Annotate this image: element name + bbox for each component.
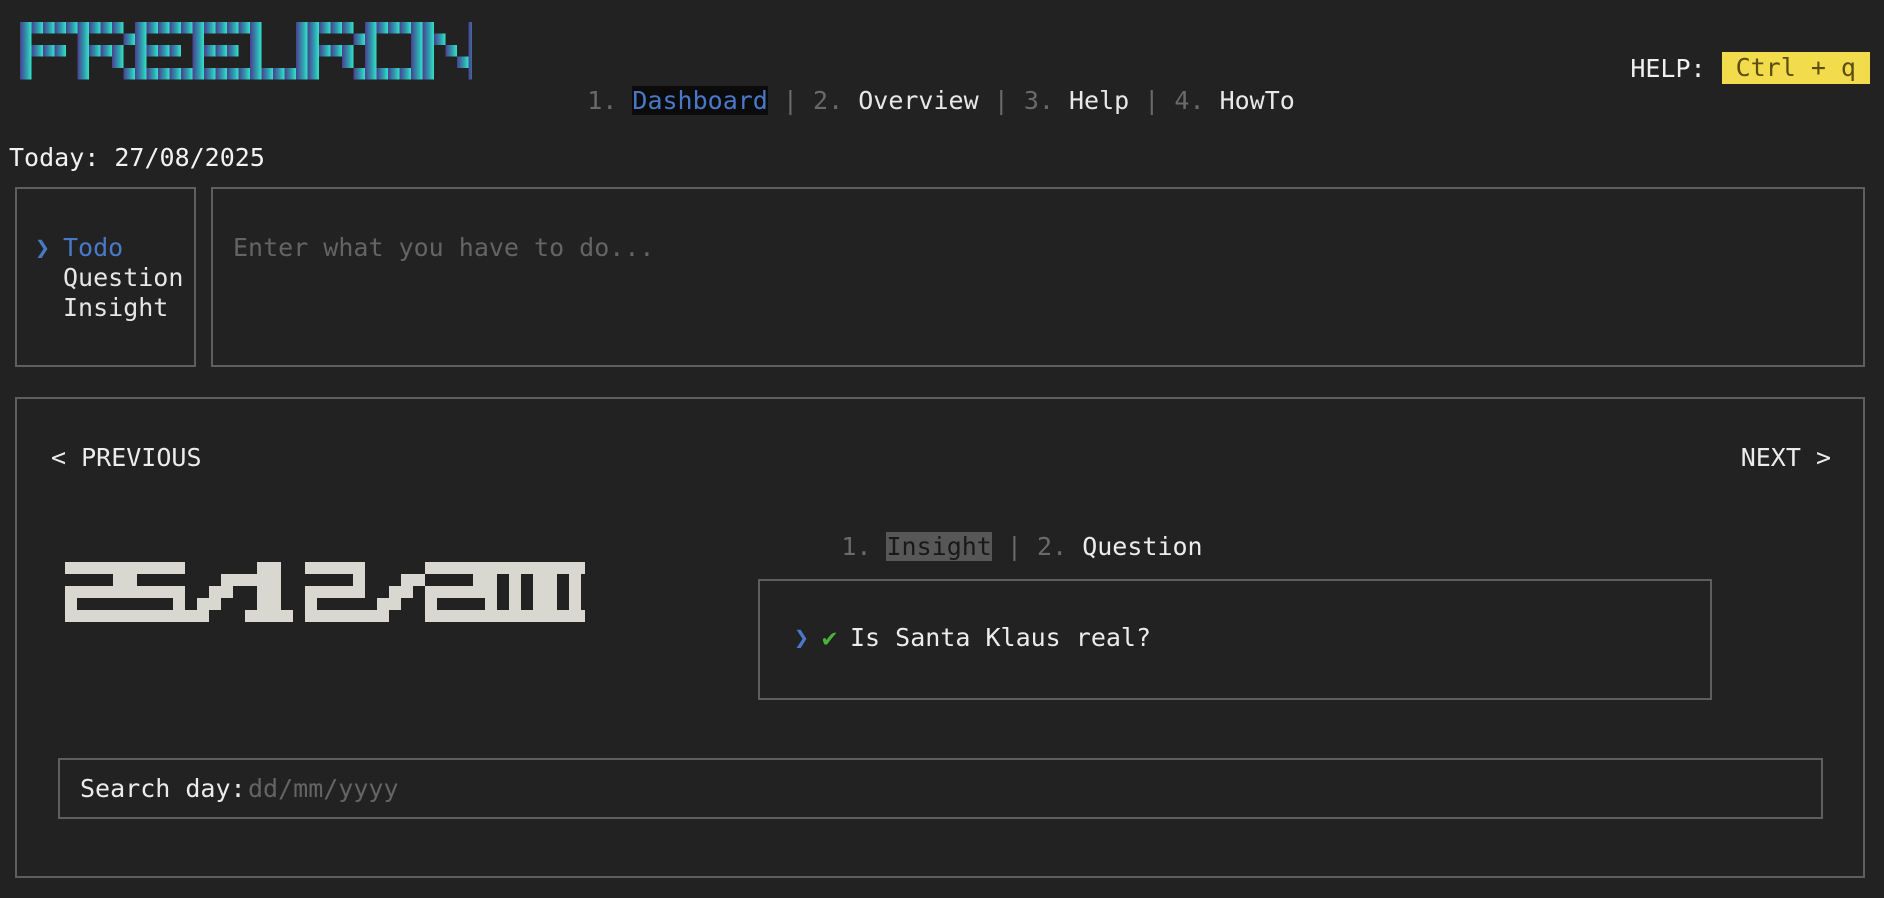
big-date-graphic xyxy=(65,562,585,622)
selection-marker-placeholder xyxy=(35,263,63,293)
entry-input-box xyxy=(211,187,1865,367)
big-date-glyph xyxy=(425,562,485,622)
tab-separator: | xyxy=(1006,532,1022,561)
nav-tab-dashboard[interactable]: Dashboard xyxy=(632,86,768,115)
tab-insight[interactable]: Insight xyxy=(886,532,992,561)
previous-day-button[interactable]: < PREVIOUS xyxy=(51,443,202,473)
tab-num-insight: 1. xyxy=(841,532,872,561)
selection-marker-placeholder xyxy=(35,293,63,323)
logo-letter xyxy=(20,22,78,80)
nav-tab-howto[interactable]: HowTo xyxy=(1220,86,1295,115)
nav-num-dashboard: 1. xyxy=(587,86,618,115)
app-logo xyxy=(20,22,472,86)
day-entry-text: Is Santa Klaus real? xyxy=(850,623,1152,652)
entry-type-label: Todo xyxy=(63,233,124,262)
day-entry-item[interactable]: ❯ ✔ Is Santa Klaus real? xyxy=(794,623,1151,653)
app-root: 1. Dashboard | 2. Overview | 3. Help | 4… xyxy=(0,0,1884,898)
day-panel: < PREVIOUS NEXT > 1. Insight | 2. Questi… xyxy=(15,397,1865,878)
search-day-input[interactable] xyxy=(248,774,1748,804)
big-date-glyph xyxy=(125,562,185,622)
nav-num-help: 3. xyxy=(1023,86,1054,115)
help-hint: HELP: Ctrl + q xyxy=(1630,52,1870,84)
entry-type-question[interactable]: Question xyxy=(35,263,183,293)
big-date-display xyxy=(65,562,585,632)
selection-marker-icon: ❯ xyxy=(794,623,810,652)
nav-num-overview: 2. xyxy=(813,86,844,115)
big-date-glyph xyxy=(485,562,545,622)
logo-letter xyxy=(365,22,423,80)
entry-type-label: Insight xyxy=(63,293,169,322)
nav-separator: | xyxy=(782,86,798,115)
nav-num-howto: 4. xyxy=(1174,86,1205,115)
big-date-glyph xyxy=(245,562,293,622)
big-date-glyph xyxy=(305,562,365,622)
big-date-glyph xyxy=(365,574,425,622)
entry-type-list: ❯ Todo Question Insight xyxy=(35,233,183,323)
help-label: HELP: xyxy=(1630,53,1706,83)
selection-marker-icon: ❯ xyxy=(35,233,51,262)
check-icon: ✔ xyxy=(822,623,838,652)
nav-separator: | xyxy=(1144,86,1160,115)
logo-letter xyxy=(77,22,135,80)
logo-letter xyxy=(192,22,250,80)
today-date: Today: 27/08/2025 xyxy=(9,143,265,172)
tab-num-question: 2. xyxy=(1037,532,1068,561)
search-day-box: Search day: xyxy=(58,758,1823,819)
nav-tab-overview[interactable]: Overview xyxy=(858,86,978,115)
search-day-label: Search day: xyxy=(80,774,246,803)
logo-letter xyxy=(135,22,193,80)
entry-type-label: Question xyxy=(63,263,184,292)
nav-tab-help[interactable]: Help xyxy=(1069,86,1129,115)
entry-type-selector: ❯ Todo Question Insight xyxy=(15,187,196,367)
main-nav: 1. Dashboard | 2. Overview | 3. Help | 4… xyxy=(527,50,1295,152)
logo-letter xyxy=(422,22,472,80)
big-date-glyph xyxy=(65,562,125,622)
tab-question[interactable]: Question xyxy=(1082,532,1202,561)
nav-separator: | xyxy=(993,86,1009,115)
entry-type-insight[interactable]: Insight xyxy=(35,293,183,323)
day-entries-list: ❯ ✔ Is Santa Klaus real? xyxy=(758,579,1712,700)
entry-input[interactable] xyxy=(233,233,1833,263)
next-day-button[interactable]: NEXT > xyxy=(1741,443,1831,473)
logo-graphic xyxy=(20,22,472,80)
entry-type-todo[interactable]: ❯ Todo xyxy=(35,233,183,263)
big-date-glyph xyxy=(545,562,585,622)
logo-letter xyxy=(250,22,308,80)
help-shortcut-badge: Ctrl + q xyxy=(1721,52,1870,84)
logo-letter xyxy=(307,22,365,80)
big-date-glyph xyxy=(185,574,245,622)
